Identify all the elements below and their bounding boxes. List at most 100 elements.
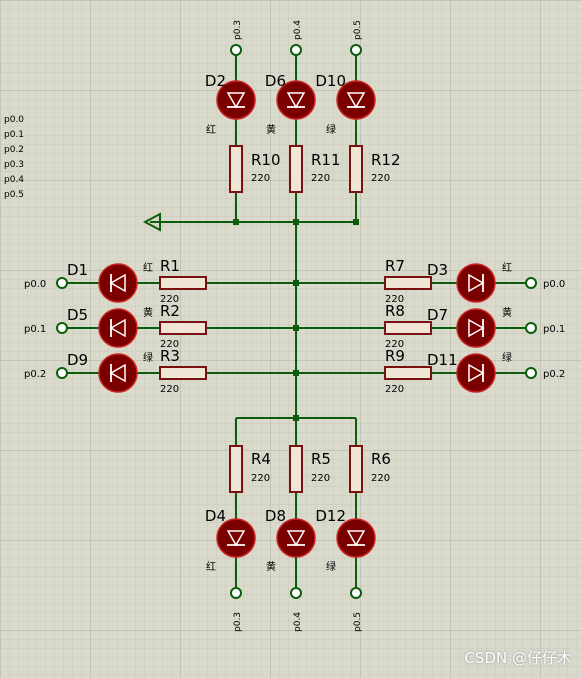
led-label: D10 <box>315 72 346 90</box>
junction-dot <box>293 219 299 225</box>
led-color-label: 黄 <box>266 123 276 136</box>
port-list-item: p0.4 <box>4 175 24 185</box>
port-list-item: p0.2 <box>4 145 24 155</box>
resistor-label: R12 <box>371 151 401 169</box>
resistor-label: R1 <box>160 257 180 275</box>
led-color-label: 红 <box>206 560 216 573</box>
led-body-icon <box>456 353 496 393</box>
resistor-label: R7 <box>385 257 405 275</box>
led-color-label: 绿 <box>326 560 336 573</box>
port-list-item: p0.3 <box>4 160 24 170</box>
pin-terminal-icon[interactable] <box>230 587 242 599</box>
pin-label-right: p0.0 <box>543 279 565 290</box>
led-label: D9 <box>67 351 88 369</box>
resistor-label: R2 <box>160 302 180 320</box>
pin-terminal-icon[interactable] <box>350 44 362 56</box>
resistor-value: 220 <box>251 173 270 184</box>
resistor-r10[interactable] <box>229 145 243 193</box>
port-list-item: p0.0 <box>4 115 24 125</box>
led-d5[interactable] <box>98 308 138 348</box>
port-list-item: p0.5 <box>4 190 24 200</box>
resistor-r6[interactable] <box>349 445 363 493</box>
resistor-value: 220 <box>311 173 330 184</box>
led-color-label: 黄 <box>266 560 276 573</box>
resistor-r4[interactable] <box>229 445 243 493</box>
resistor-r7[interactable] <box>384 276 432 290</box>
resistor-r2[interactable] <box>159 321 207 335</box>
pin-label-bottom: p0.5 <box>353 612 363 632</box>
led-label: D2 <box>205 72 226 90</box>
pin-label-left: p0.1 <box>24 324 46 335</box>
pin-label-bottom: p0.3 <box>233 612 243 632</box>
pin-label-top: p0.4 <box>293 20 303 40</box>
led-body-icon <box>98 353 138 393</box>
pin-terminal-icon[interactable] <box>56 367 68 379</box>
resistor-r9[interactable] <box>384 366 432 380</box>
led-d11[interactable] <box>456 353 496 393</box>
led-label: D11 <box>427 351 458 369</box>
resistor-r11[interactable] <box>289 145 303 193</box>
led-body-icon <box>456 263 496 303</box>
led-color-label: 红 <box>206 123 216 136</box>
led-body-icon <box>98 263 138 303</box>
led-d9[interactable] <box>98 353 138 393</box>
led-color-label: 黄 <box>502 306 512 319</box>
watermark: CSDN @仔仔木 <box>464 649 572 667</box>
pin-label-right: p0.1 <box>543 324 565 335</box>
resistor-label: R11 <box>311 151 341 169</box>
pin-terminal-icon[interactable] <box>230 44 242 56</box>
pin-label-left: p0.0 <box>24 279 46 290</box>
pin-terminal-icon[interactable] <box>525 367 537 379</box>
resistor-label: R4 <box>251 450 271 468</box>
led-body-icon <box>98 308 138 348</box>
pin-terminal-icon[interactable] <box>525 277 537 289</box>
led-label: D7 <box>427 306 448 324</box>
resistor-r5[interactable] <box>289 445 303 493</box>
pin-label-top: p0.3 <box>233 20 243 40</box>
led-label: D5 <box>67 306 88 324</box>
junction-dot <box>233 219 239 225</box>
led-d7[interactable] <box>456 308 496 348</box>
pin-label-right: p0.2 <box>543 369 565 380</box>
resistor-label: R9 <box>385 347 405 365</box>
pin-terminal-icon[interactable] <box>290 587 302 599</box>
resistor-label: R6 <box>371 450 391 468</box>
pin-terminal-icon[interactable] <box>350 587 362 599</box>
resistor-r1[interactable] <box>159 276 207 290</box>
led-label: D8 <box>265 507 286 525</box>
led-color-label: 绿 <box>326 123 336 136</box>
pin-terminal-icon[interactable] <box>56 277 68 289</box>
led-color-label: 红 <box>143 261 153 274</box>
led-d1[interactable] <box>98 263 138 303</box>
resistor-value: 220 <box>160 384 179 395</box>
resistor-r12[interactable] <box>349 145 363 193</box>
pin-label-top: p0.5 <box>353 20 363 40</box>
junction-dot <box>293 415 299 421</box>
led-body-icon <box>456 308 496 348</box>
pin-terminal-icon[interactable] <box>56 322 68 334</box>
resistor-label: R8 <box>385 302 405 320</box>
led-label: D4 <box>205 507 226 525</box>
pin-label-left: p0.2 <box>24 369 46 380</box>
resistor-value: 220 <box>371 473 390 484</box>
pin-label-bottom: p0.4 <box>293 612 303 632</box>
resistor-r3[interactable] <box>159 366 207 380</box>
port-list-item: p0.1 <box>4 130 24 140</box>
resistor-r8[interactable] <box>384 321 432 335</box>
pin-terminal-icon[interactable] <box>290 44 302 56</box>
led-label: D1 <box>67 261 88 279</box>
resistor-value: 220 <box>371 173 390 184</box>
led-label: D6 <box>265 72 286 90</box>
schematic-canvas: p0.0 p0.1 p0.2 p0.3 p0.4 p0.5 p0.3 D2 红 R10 220 p0.… <box>0 0 582 678</box>
resistor-label: R3 <box>160 347 180 365</box>
led-label: D12 <box>315 507 346 525</box>
resistor-value: 220 <box>311 473 330 484</box>
resistor-value: 220 <box>385 384 404 395</box>
resistor-label: R5 <box>311 450 331 468</box>
led-color-label: 红 <box>502 261 512 274</box>
led-color-label: 黄 <box>143 306 153 319</box>
junction-dot <box>353 219 359 225</box>
led-label: D3 <box>427 261 448 279</box>
pin-terminal-icon[interactable] <box>525 322 537 334</box>
led-d3[interactable] <box>456 263 496 303</box>
